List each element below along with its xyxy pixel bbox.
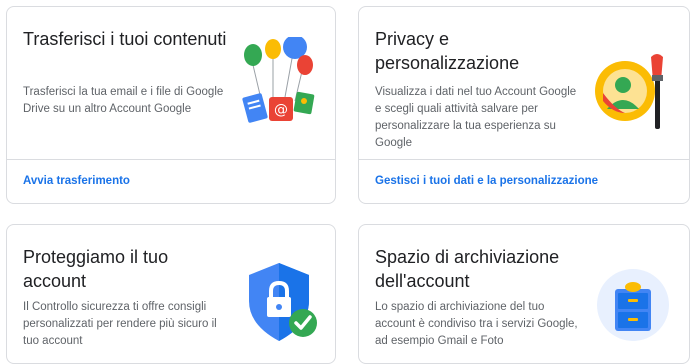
security-shield-icon [243,261,323,347]
transfer-balloons-icon: @ [233,35,323,127]
card-title: Trasferisci i tuoi contenuti [23,29,227,49]
storage-cabinet-icon [595,267,671,343]
card-description: Trasferisci la tua email e i file di Goo… [23,86,224,115]
card-description: Il Controllo sicurezza ti offre consigli… [23,301,217,347]
card-transfer-content[interactable]: Trasferisci i tuoi contenuti Trasferisci… [6,6,336,204]
card-privacy-personalization[interactable]: Privacy e personalizzazione Visualizza i… [358,6,690,204]
card-account-storage[interactable]: Spazio di archiviazione dell'account Lo … [358,224,690,364]
card-title: Proteggiamo il tuo account [23,247,169,291]
card-protect-account[interactable]: Proteggiamo il tuo account Il Controllo … [6,224,336,364]
card-divider [359,159,689,160]
svg-text:@: @ [274,102,288,118]
privacy-paintbrush-icon [595,51,671,131]
start-transfer-link[interactable]: Avvia trasferimento [23,175,130,187]
card-divider [7,159,335,160]
card-description: Lo spazio di archiviazione del tuo accou… [375,301,578,347]
card-title: Spazio di archiviazione dell'account [375,247,560,291]
card-description: Visualizza i dati nel tuo Account Google… [375,86,577,149]
manage-data-personalization-link[interactable]: Gestisci i tuoi dati e la personalizzazi… [375,175,598,187]
card-title: Privacy e personalizzazione [375,29,520,73]
